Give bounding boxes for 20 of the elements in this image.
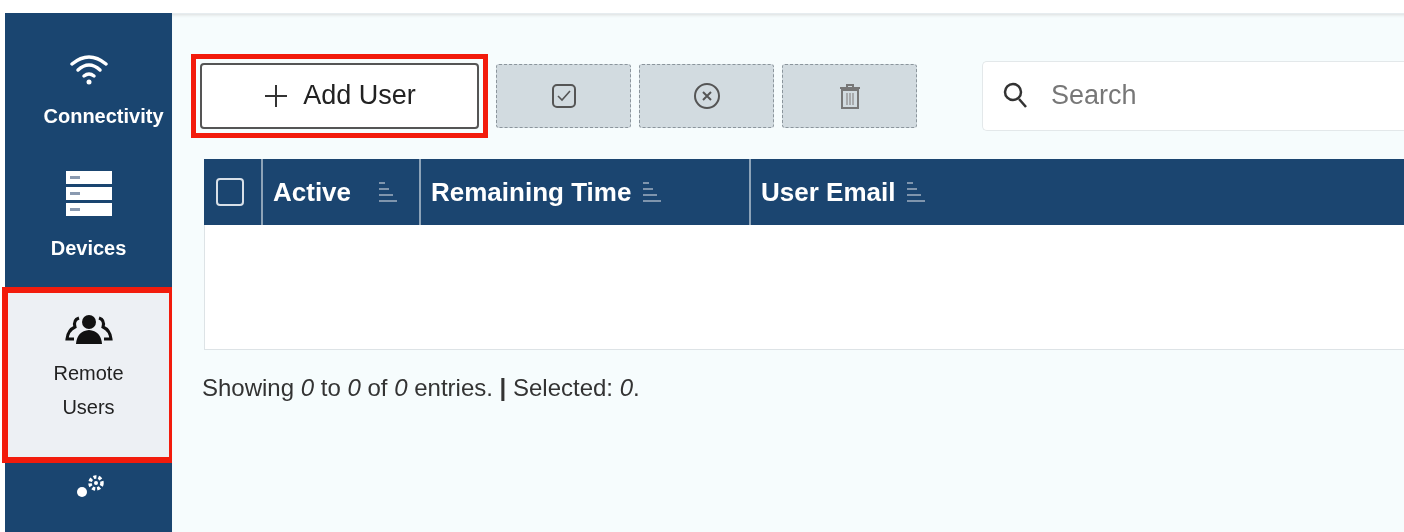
plus-icon [263, 82, 290, 109]
entries-summary: Showing 0 to 0 of 0 entries. | Selected: 0. [202, 374, 641, 402]
nav-item[interactable]: Remote Users [5, 290, 172, 460]
sort-icon[interactable] [905, 179, 928, 205]
column-header[interactable]: User Email [761, 176, 896, 208]
nav-item[interactable]: Connectivity [5, 13, 172, 149]
checkbox-check-icon [550, 82, 577, 109]
column-header[interactable]: Remaining Time [431, 176, 632, 208]
trash-icon [837, 81, 862, 110]
users-icon [64, 314, 113, 346]
server-icon [64, 169, 113, 217]
column-header[interactable]: Active [273, 176, 352, 208]
sort-icon[interactable] [377, 179, 400, 205]
sort-icon[interactable] [641, 179, 664, 205]
cancel-icon [692, 81, 721, 110]
add-user-button[interactable]: Add User [200, 62, 479, 129]
nav-item[interactable]: Devices [5, 149, 172, 286]
search-field[interactable]: Search [982, 60, 1404, 131]
select-all-checkbox[interactable] [216, 178, 244, 206]
wifi-icon [68, 53, 109, 85]
